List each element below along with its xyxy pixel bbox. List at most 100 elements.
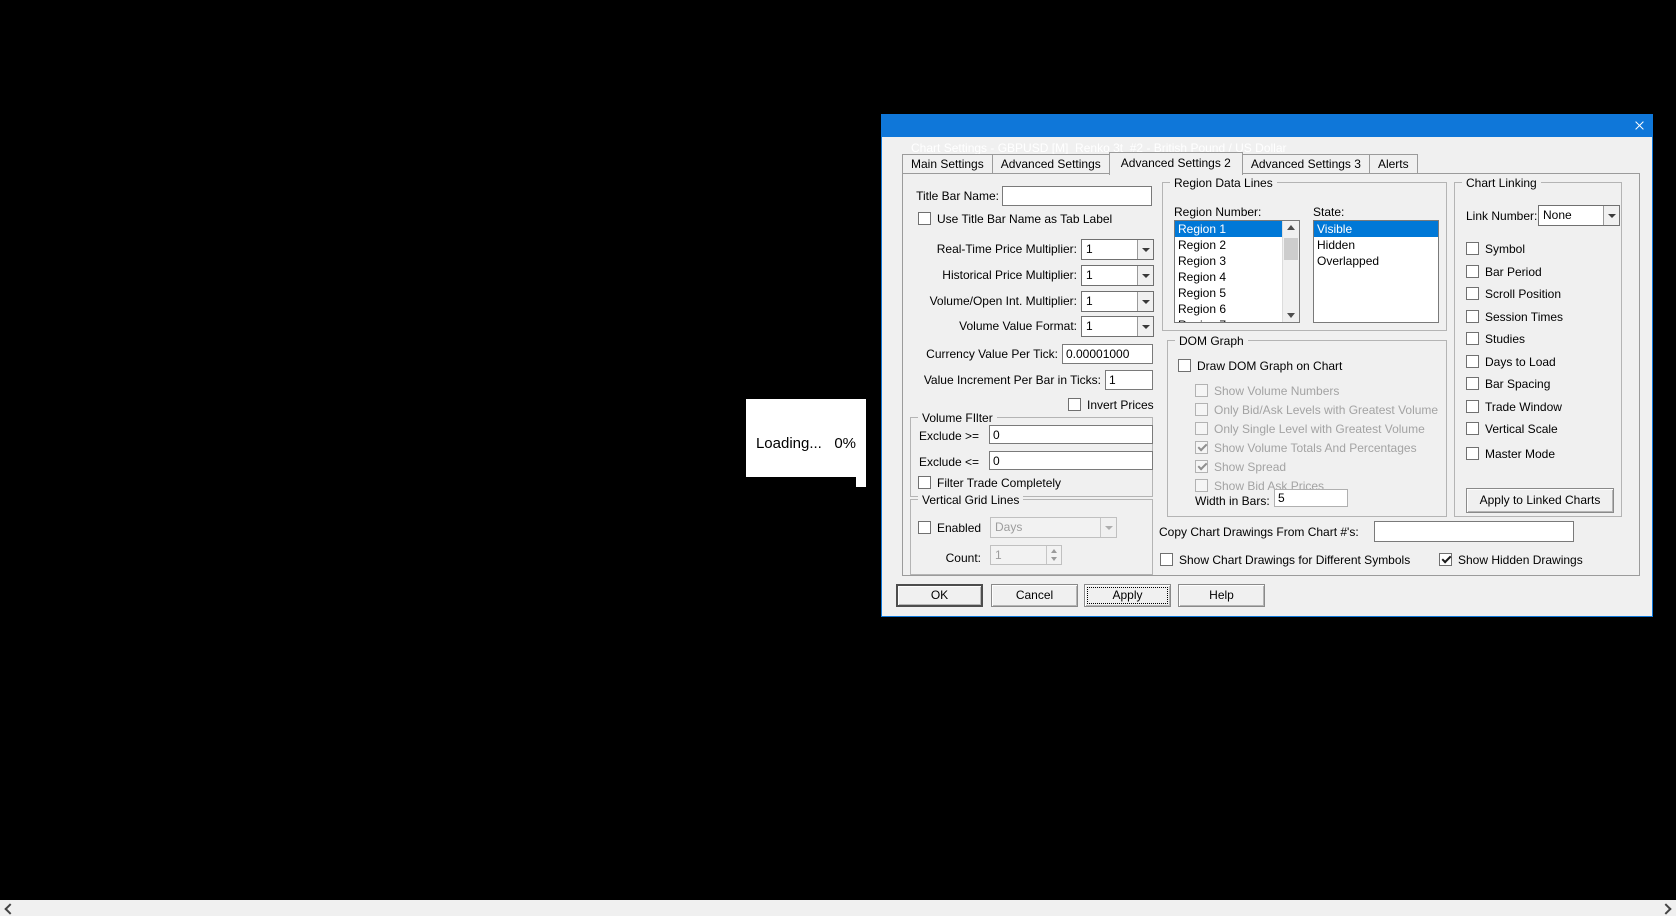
list-item-hidden[interactable]: Hidden	[1314, 237, 1438, 253]
tab-alerts[interactable]: Alerts	[1368, 154, 1418, 173]
realtime-price-multiplier-label: Real-Time Price Multiplier:	[936, 242, 1077, 256]
historical-price-multiplier-select[interactable]: 1	[1081, 265, 1154, 286]
scroll-up-icon[interactable]	[1283, 221, 1299, 237]
chevron-down-icon[interactable]	[1137, 317, 1153, 336]
link-trade-window-checkbox[interactable]: Trade Window	[1466, 400, 1562, 414]
checkbox-icon[interactable]	[1466, 377, 1479, 390]
list-item-region-6[interactable]: Region 6	[1175, 301, 1282, 317]
width-in-bars-input[interactable]	[1274, 489, 1348, 507]
title-bar-name-input[interactable]	[1002, 186, 1152, 206]
list-item-region-7[interactable]: Region 7	[1175, 317, 1282, 322]
chevron-down-icon[interactable]	[1137, 240, 1153, 259]
list-item-visible[interactable]: Visible	[1314, 221, 1438, 237]
apply-button[interactable]: Apply	[1084, 584, 1171, 607]
tab-strip: Main Settings Advanced Settings Advanced S…	[902, 151, 1418, 175]
link-number-select[interactable]: None	[1538, 205, 1620, 226]
list-item-region-1[interactable]: Region 1	[1175, 221, 1282, 237]
volume-value-format-select[interactable]: 1	[1081, 316, 1154, 337]
currency-value-per-tick-input[interactable]	[1062, 344, 1153, 364]
tab-advanced-settings-3[interactable]: Advanced Settings 3	[1241, 154, 1370, 173]
link-bar-period-checkbox[interactable]: Bar Period	[1466, 265, 1542, 279]
link-days-to-load-checkbox[interactable]: Days to Load	[1466, 355, 1556, 369]
show-hidden-drawings-checkbox[interactable]: Show Hidden Drawings	[1439, 553, 1583, 567]
show-spread-checkbox: Show Spread	[1195, 460, 1286, 474]
tab-main-settings[interactable]: Main Settings	[902, 154, 993, 173]
list-item-region-4[interactable]: Region 4	[1175, 269, 1282, 285]
invert-prices-checkbox[interactable]: Invert Prices	[1068, 398, 1154, 412]
apply-to-linked-charts-button[interactable]: Apply to Linked Charts	[1466, 488, 1614, 513]
exclude-le-input[interactable]	[989, 451, 1153, 470]
horizontal-scrollbar[interactable]	[0, 900, 1676, 916]
link-symbol-checkbox[interactable]: Symbol	[1466, 242, 1525, 256]
dialog-titlebar[interactable]: Chart Settings - GBPUSD [M] Renko 3t #2 …	[882, 115, 1652, 155]
link-session-times-checkbox[interactable]: Session Times	[1466, 310, 1563, 324]
title-bar-name-label: Title Bar Name:	[916, 189, 999, 203]
checkbox-icon[interactable]	[1466, 447, 1479, 460]
exclude-ge-input[interactable]	[989, 425, 1153, 444]
scrollbar-thumb[interactable]	[1284, 238, 1298, 260]
spinner-down-icon[interactable]	[1047, 555, 1061, 564]
show-volume-numbers-checkbox: Show Volume Numbers	[1195, 384, 1339, 398]
checkbox-icon[interactable]	[1068, 398, 1081, 411]
count-stepper[interactable]: 1	[990, 545, 1062, 565]
checkbox-icon[interactable]	[1466, 287, 1479, 300]
volume-openint-multiplier-select[interactable]: 1	[1081, 291, 1154, 312]
link-studies-checkbox[interactable]: Studies	[1466, 332, 1525, 346]
region-list-scrollbar[interactable]	[1282, 221, 1299, 322]
copy-chart-drawings-input[interactable]	[1374, 521, 1574, 542]
link-scroll-position-checkbox[interactable]: Scroll Position	[1466, 287, 1561, 301]
checkbox-icon[interactable]	[1466, 332, 1479, 345]
loading-cancel-hint[interactable]: Click to cancel	[746, 534, 866, 557]
scroll-left-icon[interactable]	[5, 904, 13, 912]
checkbox-icon[interactable]	[1466, 400, 1479, 413]
chevron-down-icon[interactable]	[1137, 266, 1153, 285]
scroll-down-icon[interactable]	[1283, 306, 1299, 322]
chevron-down-icon[interactable]	[1603, 206, 1619, 225]
filter-trade-completely-checkbox[interactable]: Filter Trade Completely	[918, 476, 1061, 490]
ok-button[interactable]: OK	[896, 584, 983, 607]
use-title-bar-name-checkbox[interactable]: Use Title Bar Name as Tab Label	[918, 212, 1112, 226]
checkbox-icon[interactable]	[918, 521, 931, 534]
checkbox-icon[interactable]	[1466, 355, 1479, 368]
link-vertical-scale-checkbox[interactable]: Vertical Scale	[1466, 422, 1558, 436]
draw-dom-graph-checkbox[interactable]: Draw DOM Graph on Chart	[1178, 359, 1342, 373]
help-button[interactable]: Help	[1178, 584, 1265, 607]
checkbox-icon[interactable]	[1466, 310, 1479, 323]
chart-linking-group-label: Chart Linking	[1462, 176, 1541, 190]
region-number-listbox[interactable]: Region 1 Region 2 Region 3 Region 4 Region 5…	[1174, 220, 1300, 323]
list-item-overlapped[interactable]: Overlapped	[1314, 253, 1438, 269]
checkbox-icon[interactable]	[1178, 359, 1191, 372]
checkbox-icon	[1195, 384, 1208, 397]
close-icon[interactable]	[1630, 118, 1648, 134]
list-item-region-5[interactable]: Region 5	[1175, 285, 1282, 301]
value-increment-input[interactable]	[1105, 370, 1153, 390]
checkbox-icon[interactable]	[918, 476, 931, 489]
checkbox-icon[interactable]	[1160, 553, 1173, 566]
spinner-up-icon[interactable]	[1047, 546, 1061, 555]
checkbox-icon[interactable]	[1466, 265, 1479, 278]
show-chart-drawings-different-symbols-checkbox[interactable]: Show Chart Drawings for Different Symbol…	[1160, 553, 1410, 567]
tab-advanced-settings[interactable]: Advanced Settings	[991, 154, 1110, 173]
vertical-grid-period-select[interactable]: Days	[990, 517, 1117, 538]
state-listbox[interactable]: Visible Hidden Overlapped	[1313, 220, 1439, 323]
link-bar-spacing-checkbox[interactable]: Bar Spacing	[1466, 377, 1550, 391]
checkbox-icon[interactable]	[1439, 553, 1452, 566]
chevron-down-icon[interactable]	[1100, 518, 1116, 537]
scroll-right-icon[interactable]	[1663, 904, 1671, 912]
vertical-grid-lines-group-label: Vertical Grid Lines	[918, 493, 1024, 507]
historical-price-multiplier-label: Historical Price Multiplier:	[942, 268, 1077, 282]
checkbox-icon[interactable]	[1466, 242, 1479, 255]
tab-advanced-settings-2[interactable]: Advanced Settings 2	[1108, 152, 1243, 175]
list-item-region-3[interactable]: Region 3	[1175, 253, 1282, 269]
vertical-grid-enabled-checkbox[interactable]: Enabled	[918, 521, 981, 535]
list-item-region-2[interactable]: Region 2	[1175, 237, 1282, 253]
copy-chart-drawings-label: Copy Chart Drawings From Chart #'s:	[1159, 525, 1359, 539]
realtime-price-multiplier-select[interactable]: 1	[1081, 239, 1154, 260]
link-master-mode-checkbox[interactable]: Master Mode	[1466, 447, 1555, 461]
checkbox-icon[interactable]	[918, 212, 931, 225]
loading-overlay[interactable]: Loading... 0% GBPUSD.scid Click to cance…	[746, 399, 866, 554]
volume-filter-group-label: Volume FIlter	[918, 411, 997, 425]
chevron-down-icon[interactable]	[1137, 292, 1153, 311]
checkbox-icon[interactable]	[1466, 422, 1479, 435]
cancel-button[interactable]: Cancel	[991, 584, 1078, 607]
